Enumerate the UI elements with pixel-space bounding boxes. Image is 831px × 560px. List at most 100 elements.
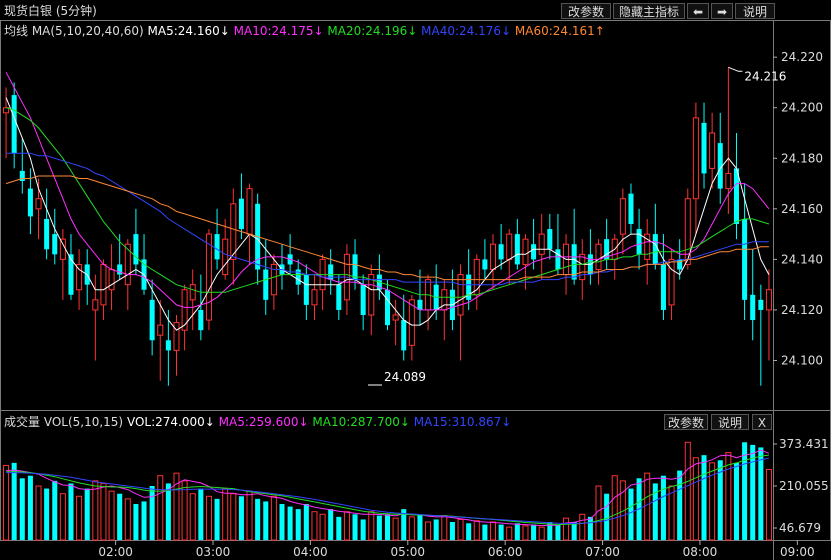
candle-body-down bbox=[498, 244, 504, 260]
candle-body-up bbox=[157, 324, 164, 336]
volume-bar-up bbox=[368, 511, 375, 541]
volume-bar-up bbox=[230, 493, 237, 541]
volume-bar-up bbox=[684, 441, 691, 541]
candle-body-up bbox=[408, 299, 415, 346]
candle-body-up bbox=[489, 243, 497, 271]
volume-bar-up bbox=[124, 498, 131, 541]
candle-body-up bbox=[76, 263, 83, 291]
candle-body-down bbox=[401, 320, 407, 351]
candle-body-down bbox=[52, 234, 58, 255]
volume-bar-up bbox=[205, 495, 212, 541]
volume-tick-label: 210.055 bbox=[779, 479, 829, 493]
prev-arrow-button[interactable]: ⬅ bbox=[687, 3, 709, 19]
volume-bar-down bbox=[733, 462, 739, 540]
volume-bar-down bbox=[571, 522, 577, 540]
candle-body-down bbox=[360, 284, 366, 315]
candle-body-up bbox=[59, 238, 66, 260]
volume-bar-down bbox=[11, 462, 17, 540]
volume-bar-down bbox=[44, 488, 50, 540]
volume-bar-down bbox=[531, 524, 537, 540]
volume-bar-down bbox=[255, 498, 261, 540]
volume-bar-down bbox=[198, 488, 204, 540]
volume-bar-down bbox=[328, 509, 334, 540]
vol-help-button[interactable]: 说明 bbox=[711, 414, 749, 430]
candle-body-up bbox=[173, 322, 180, 351]
volume-bar-up bbox=[611, 475, 618, 541]
candle-body-down bbox=[11, 95, 17, 154]
candle-body-up bbox=[392, 314, 399, 321]
legend-vol-ma15: MA15:310.867↓ bbox=[413, 415, 512, 429]
volume-bar-up bbox=[408, 516, 415, 541]
candle-body-up bbox=[765, 289, 772, 311]
volume-bar-down bbox=[303, 504, 309, 540]
candle-body-up bbox=[100, 263, 107, 306]
modify-params-button[interactable]: 改参数 bbox=[561, 3, 611, 19]
volume-bar-down bbox=[149, 486, 155, 540]
candle-body-up bbox=[222, 238, 229, 276]
hide-indicators-button[interactable]: 隐藏主指标 bbox=[613, 3, 685, 19]
candle-body-up bbox=[668, 258, 675, 306]
candle-body-up bbox=[230, 203, 237, 260]
volume-bar-down bbox=[84, 488, 90, 540]
time-tick-label: 02:00 bbox=[98, 545, 133, 559]
candle-body-up bbox=[619, 198, 626, 235]
candle-body-up bbox=[108, 269, 115, 291]
legend-vol-ma5: MA5:259.600↓ bbox=[218, 415, 309, 429]
volume-bar-down bbox=[587, 516, 593, 540]
time-tick-label: 08:00 bbox=[683, 545, 718, 559]
volume-bar-up bbox=[644, 472, 651, 541]
volume-bar-up bbox=[3, 464, 10, 541]
next-arrow-button[interactable]: ➡ bbox=[711, 3, 733, 19]
time-tick-label: 05:00 bbox=[390, 545, 425, 559]
chart-svg[interactable]: 24.220 24.200 24.180 24.160 24.140 24.120 24.1… bbox=[0, 0, 831, 560]
legend-vol: VOL:274.000↓ bbox=[126, 415, 215, 429]
vol-close-button[interactable]: X bbox=[752, 414, 772, 430]
volume-bar-down bbox=[141, 501, 147, 540]
vol-modify-params-button[interactable]: 改参数 bbox=[664, 414, 708, 430]
candle-body-down bbox=[165, 340, 171, 351]
candle-body-down bbox=[133, 234, 139, 265]
candle-body-down bbox=[214, 234, 220, 260]
volume-bar-up bbox=[222, 488, 229, 541]
legend-ma20: MA20:24.196↓ bbox=[327, 24, 418, 38]
volume-bar-up bbox=[76, 495, 83, 541]
candle-body-down bbox=[555, 249, 561, 270]
legend-ma60: MA60:24.161↑ bbox=[514, 24, 605, 38]
volume-bar-up bbox=[392, 517, 399, 541]
candle-body-down bbox=[384, 289, 391, 326]
volume-bar-down bbox=[360, 519, 366, 540]
volume-bar-up bbox=[311, 511, 318, 541]
volume-bar-down bbox=[133, 504, 139, 540]
candle-body-down bbox=[652, 234, 658, 265]
volume-bars-group bbox=[3, 441, 772, 541]
volume-bar-up bbox=[441, 515, 448, 541]
volume-bar-down bbox=[238, 496, 244, 540]
volume-bar-up bbox=[319, 513, 326, 541]
ma-legend-label: 均线 MA(5,10,20,40,60) bbox=[4, 24, 144, 38]
candle-body-down bbox=[514, 234, 520, 265]
price-tick-label: 24.200 bbox=[781, 101, 823, 115]
volume-bar-down bbox=[287, 506, 293, 540]
volume-bar-down bbox=[27, 475, 33, 540]
candle-body-up bbox=[457, 274, 464, 316]
volume-bar-down bbox=[68, 483, 74, 540]
volume-bar-up bbox=[343, 511, 350, 541]
time-tick-label: 06:00 bbox=[488, 545, 523, 559]
candle-body-down bbox=[636, 229, 642, 255]
candle-body-down bbox=[68, 254, 74, 295]
volume-bar-up bbox=[189, 493, 196, 541]
volume-bar-up bbox=[59, 493, 66, 541]
candle-body-down bbox=[701, 122, 707, 174]
vol-legend-label: 成交量 VOL(5,10,15) bbox=[4, 415, 124, 429]
candle-body-down bbox=[238, 198, 244, 230]
candle-body-down bbox=[531, 244, 537, 260]
vol-legend: 成交量 VOL(5,10,15) VOL:274.000↓ MA5:259.60… bbox=[4, 415, 511, 429]
candle-body-down bbox=[198, 309, 204, 331]
volume-bar-down bbox=[19, 478, 25, 540]
legend-vol-ma10: MA10:287.700↓ bbox=[312, 415, 410, 429]
volume-bar-up bbox=[100, 482, 107, 541]
candle-body-down bbox=[352, 254, 358, 280]
candle-body-down bbox=[547, 229, 553, 250]
help-button[interactable]: 说明 bbox=[735, 3, 775, 19]
volume-bar-down bbox=[336, 516, 342, 540]
